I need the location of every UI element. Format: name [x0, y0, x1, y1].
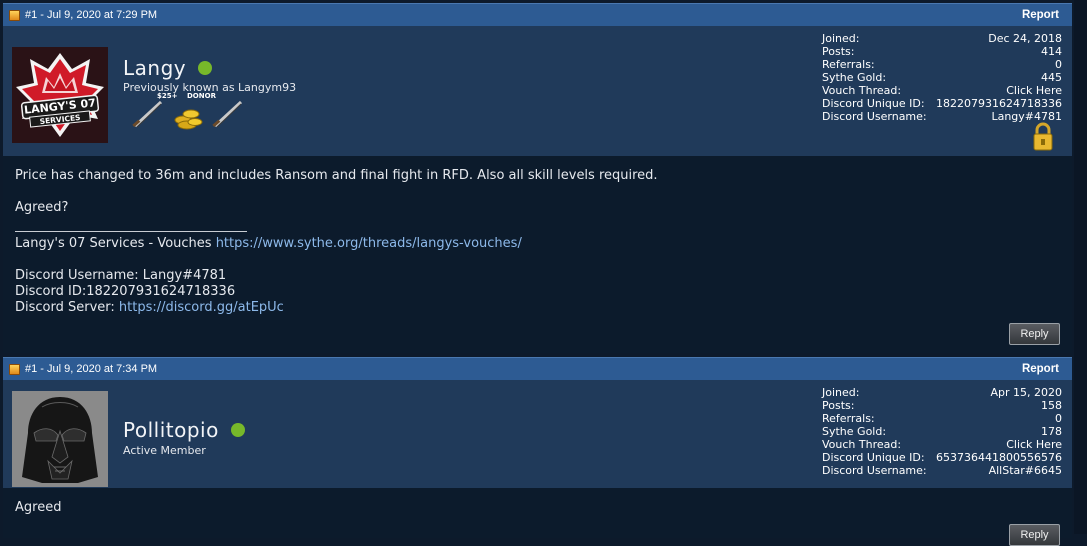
stat-posts: Posts: 414	[822, 45, 1062, 58]
signature-discord-id: Discord ID:182207931624718336	[15, 284, 236, 299]
avatar[interactable]	[12, 391, 108, 487]
stat-vouch-thread: Vouch Thread: Click Here	[822, 84, 1062, 97]
post-message: Agreed Reply	[3, 488, 1072, 546]
signature-discord-server: Discord Server: https://discord.gg/atEpU…	[15, 300, 284, 315]
donor-badge-icon	[132, 100, 243, 130]
stat-discord-id: Discord Unique ID: 182207931624718336	[822, 97, 1062, 110]
username[interactable]: Pollitopio	[123, 418, 219, 442]
stat-sythe-gold: Sythe Gold: 445	[822, 71, 1062, 84]
stat-referrals: Referrals: 0	[822, 412, 1062, 425]
user-title: Active Member	[123, 444, 206, 457]
user-info-bar: Pollitopio Active Member Joined: Apr 15, …	[3, 380, 1072, 488]
langy-logo-icon: LANGY'S 07 SERVICES	[12, 47, 108, 143]
stat-referrals: Referrals: 0	[822, 58, 1062, 71]
reply-button[interactable]: Reply	[1009, 323, 1060, 345]
post-status-icon	[9, 363, 20, 375]
report-link[interactable]: Report	[1022, 363, 1072, 375]
post-meta[interactable]: #1 - Jul 9, 2020 at 7:29 PM	[25, 9, 157, 21]
post-1: #1 - Jul 9, 2020 at 7:29 PM Report LANGY…	[3, 3, 1072, 353]
username[interactable]: Langy	[123, 56, 186, 80]
post-message: Price has changed to 36m and includes Ra…	[3, 156, 1072, 353]
signature-divider	[15, 231, 247, 232]
signature-discord-username: Discord Username: Langy#4781	[15, 268, 227, 283]
signature-vouches: Langy's 07 Services - Vouches https://ww…	[15, 236, 522, 251]
post-status-icon	[9, 9, 20, 21]
vouches-link[interactable]: https://www.sythe.org/threads/langys-vou…	[216, 236, 522, 251]
avatar[interactable]: LANGY'S 07 SERVICES	[12, 47, 108, 143]
post-2: #1 - Jul 9, 2020 at 7:34 PM Report Polli…	[3, 357, 1072, 546]
vouch-thread-link[interactable]: Click Here	[1006, 84, 1062, 97]
stat-discord-username: Discord Username: AllStar#6645	[822, 464, 1062, 477]
username-row: Pollitopio	[123, 418, 245, 442]
message-line: Agreed?	[15, 200, 69, 215]
lock-icon	[1033, 122, 1053, 151]
stat-discord-id: Discord Unique ID: 653736441800556576	[822, 451, 1062, 464]
stat-vouch-thread: Vouch Thread: Click Here	[822, 438, 1062, 451]
donor-badges: $25+ DONOR	[129, 92, 247, 132]
reply-button[interactable]: Reply	[1009, 524, 1060, 546]
post-header: #1 - Jul 9, 2020 at 7:34 PM Report	[3, 357, 1072, 380]
user-stats: Joined: Dec 24, 2018 Posts: 414 Referrals:…	[822, 32, 1062, 123]
online-status-icon	[230, 423, 245, 437]
stat-sythe-gold: Sythe Gold: 178	[822, 425, 1062, 438]
stat-joined: Joined: Apr 15, 2020	[822, 386, 1062, 399]
username-row: Langy	[123, 56, 213, 80]
stat-posts: Posts: 158	[822, 399, 1062, 412]
stat-joined: Joined: Dec 24, 2018	[822, 32, 1062, 45]
discord-server-link[interactable]: https://discord.gg/atEpUc	[119, 300, 284, 315]
report-link[interactable]: Report	[1022, 9, 1072, 21]
user-info-bar: LANGY'S 07 SERVICES Langy Previously kno…	[3, 26, 1072, 156]
stat-discord-username: Discord Username: Langy#4781	[822, 110, 1062, 123]
scrollbar[interactable]	[1074, 0, 1087, 534]
vouch-thread-link[interactable]: Click Here	[1006, 438, 1062, 451]
darth-vader-avatar-icon	[12, 391, 108, 487]
post-meta[interactable]: #1 - Jul 9, 2020 at 7:34 PM	[25, 363, 157, 375]
online-status-icon	[198, 61, 213, 75]
user-stats: Joined: Apr 15, 2020 Posts: 158 Referrals:…	[822, 386, 1062, 477]
message-line: Agreed	[15, 500, 62, 515]
message-line: Price has changed to 36m and includes Ra…	[15, 168, 658, 183]
post-header: #1 - Jul 9, 2020 at 7:29 PM Report	[3, 3, 1072, 26]
